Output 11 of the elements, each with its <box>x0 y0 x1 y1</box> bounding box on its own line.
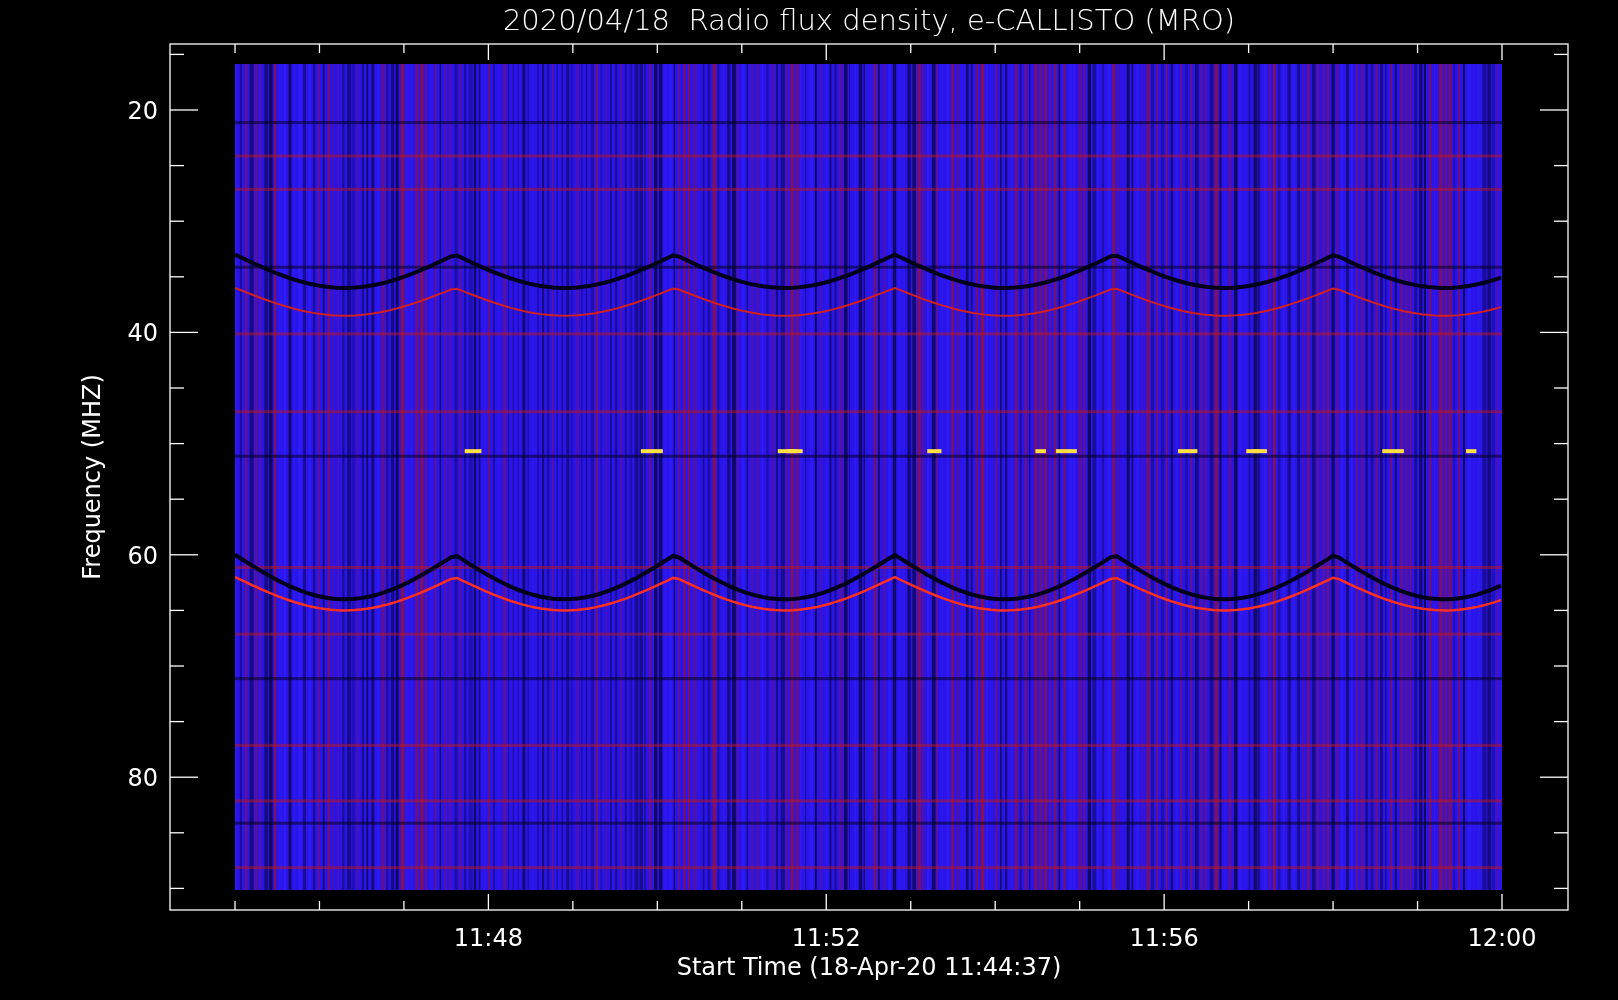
y-tick-label: 20 <box>127 97 158 125</box>
x-tick-label: 11:52 <box>791 924 861 952</box>
y-axis-label: Frequency (MHZ) <box>78 374 106 580</box>
y-tick-label: 80 <box>127 764 158 793</box>
x-tick-label: 11:56 <box>1129 924 1199 952</box>
chart-title: 2020/04/18 Radio flux density, e-CALLISTO (MRO) <box>502 3 1236 37</box>
x-axis-label: Start Time (18-Apr-20 11:44:37) <box>676 953 1062 981</box>
x-tick-label: 11:48 <box>453 924 523 952</box>
y-tick-label: 40 <box>127 319 158 348</box>
y-tick-label: 60 <box>127 541 158 570</box>
x-tick-label: 12:00 <box>1467 924 1537 952</box>
